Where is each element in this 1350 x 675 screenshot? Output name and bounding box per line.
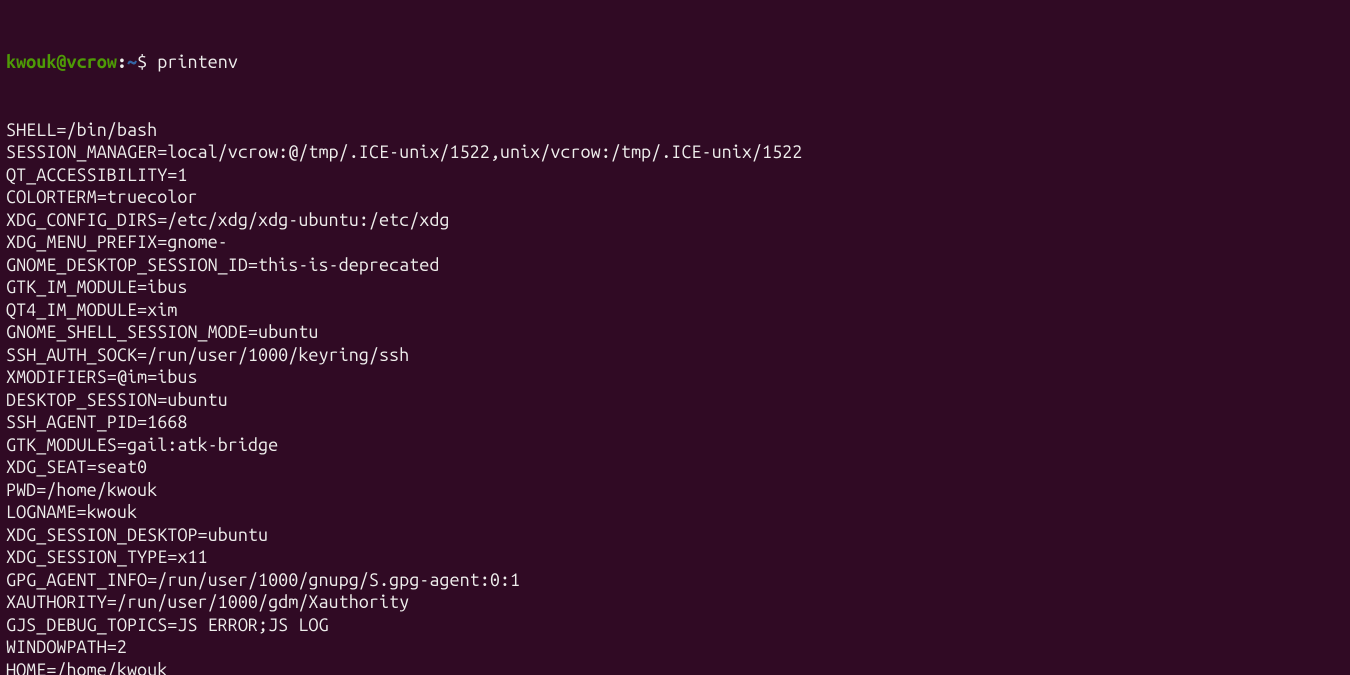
env-line: XDG_MENU_PREFIX=gnome- xyxy=(6,231,1344,254)
prompt-dollar: $ xyxy=(137,52,157,72)
env-line: SSH_AUTH_SOCK=/run/user/1000/keyring/ssh xyxy=(6,344,1344,367)
prompt-user: kwouk xyxy=(6,52,56,72)
env-line: XDG_SESSION_DESKTOP=ubuntu xyxy=(6,524,1344,547)
env-line: HOME=/home/kwouk xyxy=(6,659,1344,675)
command-text: printenv xyxy=(157,52,238,72)
prompt-host: vcrow xyxy=(67,52,117,72)
env-line: XMODIFIERS=@im=ibus xyxy=(6,366,1344,389)
env-line: XDG_CONFIG_DIRS=/etc/xdg/xdg-ubuntu:/etc… xyxy=(6,209,1344,232)
terminal-window[interactable]: kwouk@vcrow:~$ printenv SHELL=/bin/bashS… xyxy=(0,0,1350,675)
env-line: GPG_AGENT_INFO=/run/user/1000/gnupg/S.gp… xyxy=(6,569,1344,592)
env-line: WINDOWPATH=2 xyxy=(6,636,1344,659)
env-line: XDG_SESSION_TYPE=x11 xyxy=(6,546,1344,569)
env-line: GNOME_DESKTOP_SESSION_ID=this-is-depreca… xyxy=(6,254,1344,277)
env-line: SESSION_MANAGER=local/vcrow:@/tmp/.ICE-u… xyxy=(6,141,1344,164)
env-line: XAUTHORITY=/run/user/1000/gdm/Xauthority xyxy=(6,591,1344,614)
prompt-at: @ xyxy=(56,52,66,72)
env-line: GNOME_SHELL_SESSION_MODE=ubuntu xyxy=(6,321,1344,344)
env-line: GJS_DEBUG_TOPICS=JS ERROR;JS LOG xyxy=(6,614,1344,637)
prompt-line: kwouk@vcrow:~$ printenv xyxy=(6,51,1344,74)
env-line: QT4_IM_MODULE=xim xyxy=(6,299,1344,322)
prompt-colon: : xyxy=(117,52,127,72)
env-line: GTK_IM_MODULE=ibus xyxy=(6,276,1344,299)
env-line: LOGNAME=kwouk xyxy=(6,501,1344,524)
env-output: SHELL=/bin/bashSESSION_MANAGER=local/vcr… xyxy=(6,119,1344,675)
env-line: GTK_MODULES=gail:atk-bridge xyxy=(6,434,1344,457)
env-line: SSH_AGENT_PID=1668 xyxy=(6,411,1344,434)
env-line: QT_ACCESSIBILITY=1 xyxy=(6,164,1344,187)
env-line: SHELL=/bin/bash xyxy=(6,119,1344,142)
env-line: COLORTERM=truecolor xyxy=(6,186,1344,209)
env-line: DESKTOP_SESSION=ubuntu xyxy=(6,389,1344,412)
prompt-path: ~ xyxy=(127,52,137,72)
env-line: PWD=/home/kwouk xyxy=(6,479,1344,502)
env-line: XDG_SEAT=seat0 xyxy=(6,456,1344,479)
